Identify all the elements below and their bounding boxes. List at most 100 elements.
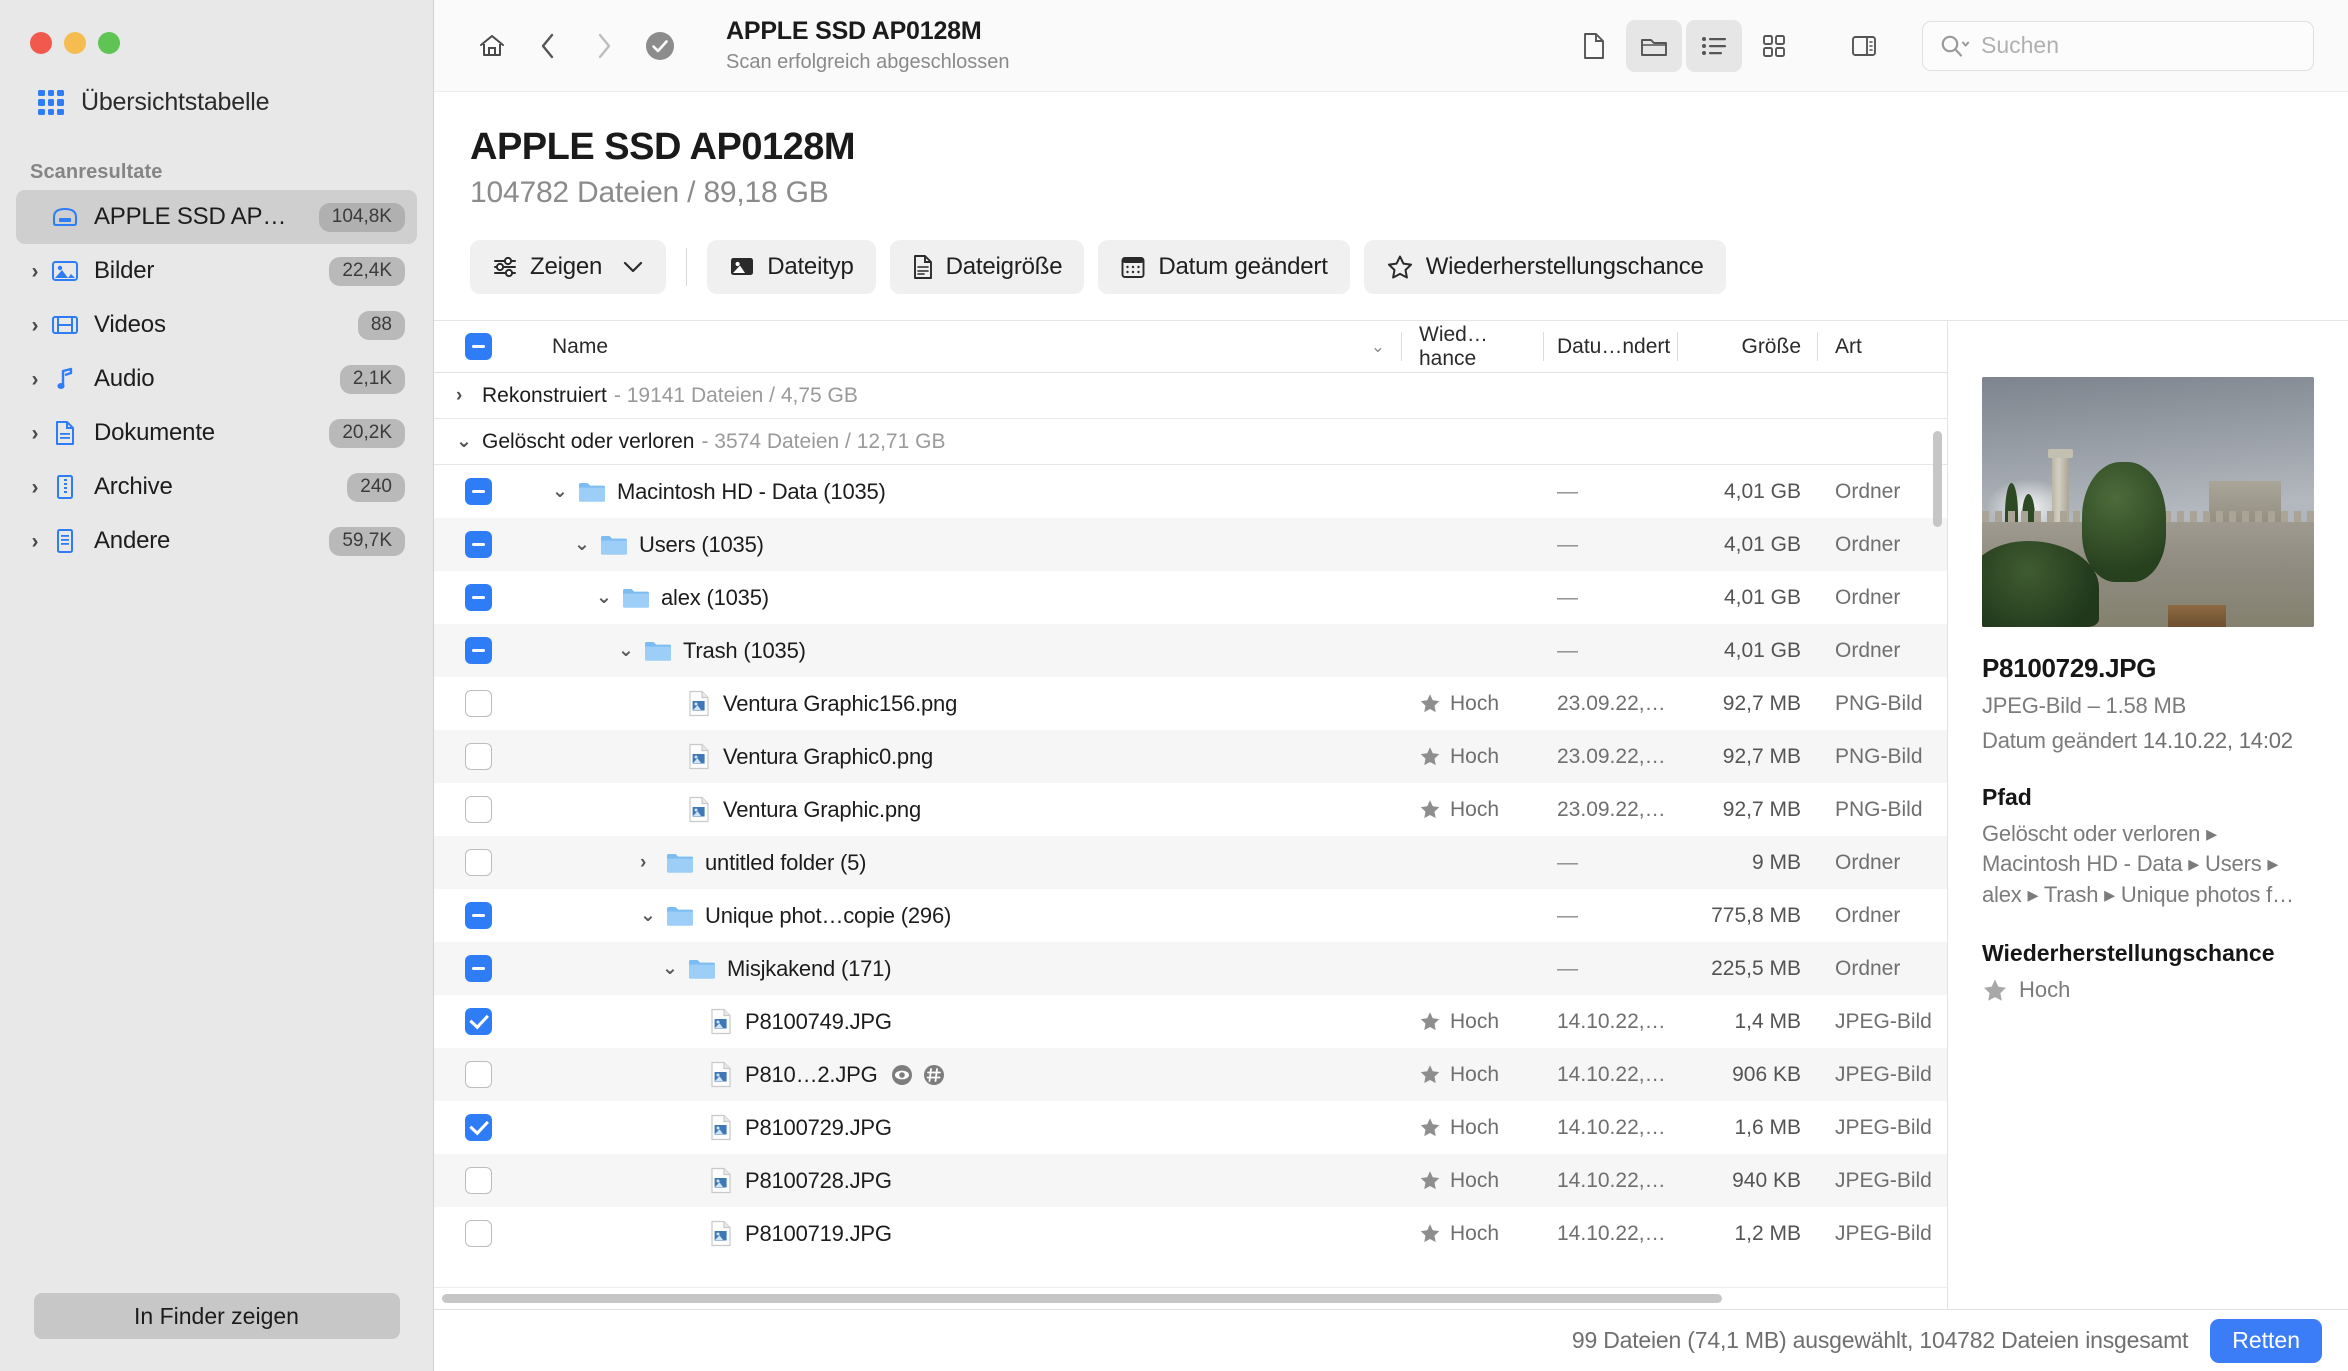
sidebar-item-audio[interactable]: › Audio 2,1K <box>16 352 417 406</box>
table-row[interactable]: Ventura Graphic0.png Hoch 23.09.22,… 92,7 M… <box>434 730 1947 783</box>
row-checkbox[interactable] <box>434 1154 522 1207</box>
filter-wiederherstellungschance-button[interactable]: Wiederherstellungschance <box>1363 240 1726 294</box>
row-checkbox[interactable] <box>434 624 522 677</box>
row-checkbox[interactable] <box>434 995 522 1048</box>
recover-button[interactable]: Retten <box>2210 1318 2322 1363</box>
folder-view-icon[interactable] <box>1626 19 1682 72</box>
table-row[interactable]: Ventura Graphic156.png Hoch 23.09.22,… 92,7… <box>434 677 1947 730</box>
select-all-checkbox[interactable] <box>434 321 522 372</box>
horizontal-scrollbar-thumb[interactable] <box>442 1294 1722 1303</box>
table-row[interactable]: ⌄ Trash (1035) — 4,01 GB Ordner <box>434 624 1947 677</box>
row-name-cell[interactable]: P8100728.JPG <box>522 1154 1401 1207</box>
row-checkbox[interactable] <box>434 677 522 730</box>
filter-dateityp-button[interactable]: Dateityp <box>707 240 876 294</box>
row-checkbox[interactable] <box>434 889 522 942</box>
row-checkbox[interactable] <box>434 571 522 624</box>
row-checkbox[interactable] <box>434 836 522 889</box>
filter-dateigroesse-button[interactable]: Dateigröße <box>889 240 1085 294</box>
sidebar-item-dokumente[interactable]: › Dokumente 20,2K <box>16 406 417 460</box>
table-row[interactable]: Ventura Graphic.png Hoch 23.09.22,… 92,7 MB… <box>434 783 1947 836</box>
chevron-right-icon[interactable]: › <box>22 369 48 390</box>
table-row[interactable]: ⌄ Unique phot…copie (296) — 775,8 MB Ordner <box>434 889 1947 942</box>
row-name-cell[interactable]: › untitled folder (5) <box>522 836 1401 889</box>
table-row[interactable]: ⌄ Misjkakend (171) — 225,5 MB Ordner <box>434 942 1947 995</box>
table-row[interactable]: P8100728.JPG Hoch 14.10.22,… 940 KB JPEG-Bil… <box>434 1154 1947 1207</box>
chevron-right-icon[interactable]: › <box>22 315 48 336</box>
table-row[interactable]: › untitled folder (5) — 9 MB Ordner <box>434 836 1947 889</box>
chevron-right-icon[interactable]: › <box>22 261 48 282</box>
chevron-right-icon[interactable]: › <box>22 477 48 498</box>
group-row-rekonstruiert[interactable]: › Rekonstruiert - 19141 Dateien / 4,75 G… <box>434 373 1947 419</box>
row-checkbox[interactable] <box>434 1207 522 1260</box>
table-row[interactable]: ⌄ Macintosh HD - Data (1035) — 4,01 GB Ordne… <box>434 465 1947 518</box>
row-name-cell[interactable]: ⌄ Users (1035) <box>522 518 1401 571</box>
sidebar-panel-icon[interactable] <box>1836 20 1892 72</box>
row-checkbox[interactable] <box>434 465 522 518</box>
table-row[interactable]: P8100749.JPG Hoch 14.10.22,… 1,4 MB JPEG-Bil… <box>434 995 1947 1048</box>
back-button[interactable] <box>520 20 576 72</box>
overview-table-link[interactable]: Übersichtstabelle <box>0 54 433 117</box>
forward-button[interactable] <box>576 20 632 72</box>
row-checkbox[interactable] <box>434 1101 522 1154</box>
row-checkbox[interactable] <box>434 783 522 836</box>
column-header-date[interactable]: Datu…ndert <box>1543 321 1677 372</box>
search-input[interactable] <box>1981 32 2297 59</box>
hash-icon[interactable] <box>922 1063 946 1087</box>
list-view-icon[interactable] <box>1686 19 1742 72</box>
group-row-geloescht[interactable]: ⌄ Gelöscht oder verloren - 3574 Dateien … <box>434 419 1947 465</box>
filter-zeigen-button[interactable]: Zeigen <box>470 240 667 294</box>
file-view-icon[interactable] <box>1566 20 1622 72</box>
chevron-right-icon[interactable]: › <box>456 385 482 407</box>
row-name-cell[interactable]: P8100749.JPG <box>522 995 1401 1048</box>
column-header-chance[interactable]: Wied…hance <box>1401 321 1543 372</box>
maximize-window-button[interactable] <box>98 32 120 54</box>
table-row[interactable]: P8100719.JPG Hoch 14.10.22,… 1,2 MB JPEG-Bil… <box>434 1207 1947 1260</box>
row-name-cell[interactable]: P8100729.JPG <box>522 1101 1401 1154</box>
column-header-type[interactable]: Art <box>1817 321 1947 372</box>
search-box[interactable] <box>1922 20 2314 71</box>
sidebar-item-apple-ssd[interactable]: APPLE SSD AP… 104,8K <box>16 190 417 244</box>
row-checkbox[interactable] <box>434 518 522 571</box>
column-header-size[interactable]: Größe <box>1677 321 1817 372</box>
row-name-cell[interactable]: ⌄ alex (1035) <box>522 571 1401 624</box>
row-checkbox[interactable] <box>434 1048 522 1101</box>
home-icon[interactable] <box>464 20 520 72</box>
row-name-cell[interactable]: Ventura Graphic.png <box>522 783 1401 836</box>
chevron-down-icon[interactable]: ⌄ <box>618 639 644 662</box>
chevron-right-icon[interactable]: › <box>22 423 48 444</box>
sidebar-item-videos[interactable]: › Videos 88 <box>16 298 417 352</box>
grid-view-icon[interactable] <box>1746 20 1802 72</box>
minimize-window-button[interactable] <box>64 32 86 54</box>
column-header-name[interactable]: Name ⌄ <box>522 321 1401 372</box>
horizontal-scrollbar[interactable] <box>434 1287 1947 1309</box>
table-row[interactable]: P8100729.JPG Hoch 14.10.22,… 1,6 MB JPEG-Bil… <box>434 1101 1947 1154</box>
row-checkbox[interactable] <box>434 730 522 783</box>
sidebar-item-andere[interactable]: › Andere 59,7K <box>16 514 417 568</box>
close-window-button[interactable] <box>30 32 52 54</box>
row-name-cell[interactable]: ⌄ Macintosh HD - Data (1035) <box>522 465 1401 518</box>
row-name-cell[interactable]: ⌄ Misjkakend (171) <box>522 942 1401 995</box>
filter-datum-button[interactable]: Datum geändert <box>1098 240 1350 294</box>
row-name-cell[interactable]: Ventura Graphic0.png <box>522 730 1401 783</box>
row-name-cell[interactable]: P8100719.JPG <box>522 1207 1401 1260</box>
chevron-down-icon[interactable]: ⌄ <box>640 904 666 927</box>
table-row[interactable]: ⌄ Users (1035) — 4,01 GB Ordner <box>434 518 1947 571</box>
row-name-cell[interactable]: ⌄ Unique phot…copie (296) <box>522 889 1401 942</box>
table-row[interactable]: ⌄ alex (1035) — 4,01 GB Ordner <box>434 571 1947 624</box>
show-in-finder-button[interactable]: In Finder zeigen <box>33 1293 400 1339</box>
chevron-down-icon[interactable]: ⌄ <box>596 586 622 609</box>
row-name-cell[interactable]: ⌄ Trash (1035) <box>522 624 1401 677</box>
row-name-cell[interactable]: Ventura Graphic156.png <box>522 677 1401 730</box>
chevron-right-icon[interactable]: › <box>22 531 48 552</box>
vertical-scrollbar-thumb[interactable] <box>1933 431 1942 527</box>
chevron-down-icon[interactable]: ⌄ <box>662 957 688 980</box>
preview-eye-icon[interactable] <box>890 1063 914 1087</box>
sidebar-item-archive[interactable]: › Archive 240 <box>16 460 417 514</box>
chevron-right-icon[interactable]: › <box>640 852 666 874</box>
chevron-down-icon[interactable]: ⌄ <box>574 533 600 556</box>
sidebar-item-bilder[interactable]: › Bilder 22,4K <box>16 244 417 298</box>
table-body[interactable]: › Rekonstruiert - 19141 Dateien / 4,75 G… <box>434 373 1947 1287</box>
chevron-down-icon[interactable]: ⌄ <box>552 480 578 503</box>
table-row[interactable]: P810…2.JPG Hoch 14.10.22,… 906 KB JPEG-Bild <box>434 1048 1947 1101</box>
row-checkbox[interactable] <box>434 942 522 995</box>
